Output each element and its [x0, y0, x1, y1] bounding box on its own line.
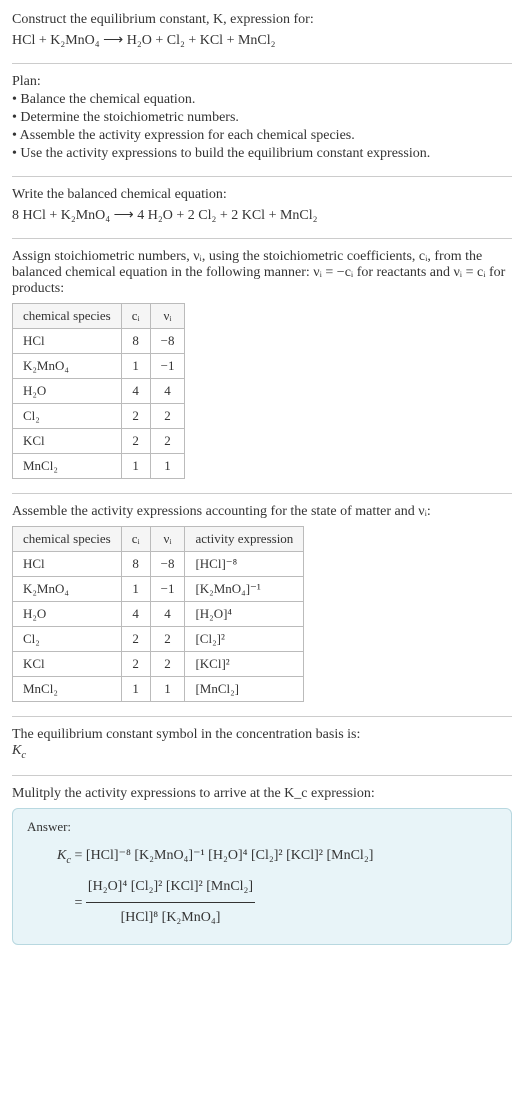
table-row: K₂MnO₄1−1: [13, 354, 185, 379]
table-row: K₂MnO₄1−1[K₂MnO₄]⁻¹: [13, 577, 304, 602]
assign-section: Assign stoichiometric numbers, νᵢ, using…: [12, 249, 512, 479]
assign-text: Assign stoichiometric numbers, νᵢ, using…: [12, 249, 512, 297]
symbol-section: The equilibrium constant symbol in the c…: [12, 727, 512, 761]
symbol-text: The equilibrium constant symbol in the c…: [12, 727, 512, 743]
intro-equation: HCl + K₂MnO₄ ⟶ H₂O + Cl₂ + KCl + MnCl₂: [12, 32, 512, 49]
plan-bullet: • Determine the stoichiometric numbers.: [12, 110, 512, 126]
plan-bullet: • Assemble the activity expression for e…: [12, 128, 512, 144]
divider: [12, 716, 512, 717]
kc-denominator: [HCl]⁸ [K₂MnO₄]: [86, 903, 255, 934]
intro: Construct the equilibrium constant, K, e…: [12, 12, 512, 49]
table-row: Cl₂22[Cl₂]²: [13, 627, 304, 652]
col-activity: activity expression: [185, 527, 304, 552]
kc-line1: = [HCl]⁻⁸ [K₂MnO₄]⁻¹ [H₂O]⁴ [Cl₂]² [KCl]…: [75, 848, 374, 863]
plan-title: Plan:: [12, 74, 512, 90]
multiply-section: Mulitply the activity expressions to arr…: [12, 786, 512, 945]
col-vi: νᵢ: [150, 304, 185, 329]
table-row: HCl8−8[HCl]⁻⁸: [13, 552, 304, 577]
table-row: MnCl₂11: [13, 454, 185, 479]
divider: [12, 493, 512, 494]
symbol-kc: Kc: [12, 743, 512, 761]
divider: [12, 238, 512, 239]
stoich-table: chemical species cᵢ νᵢ HCl8−8 K₂MnO₄1−1 …: [12, 303, 185, 479]
table-row: H₂O44: [13, 379, 185, 404]
divider: [12, 63, 512, 64]
table-row: H₂O44[H₂O]⁴: [13, 602, 304, 627]
col-ci: cᵢ: [121, 527, 150, 552]
table-row: MnCl₂11[MnCl₂]: [13, 677, 304, 702]
col-vi: νᵢ: [150, 527, 185, 552]
divider: [12, 775, 512, 776]
kc-numerator: [H₂O]⁴ [Cl₂]² [KCl]² [MnCl₂]: [86, 872, 255, 904]
kc-symbol: Kc: [57, 848, 71, 863]
table-row: Cl₂22: [13, 404, 185, 429]
divider: [12, 176, 512, 177]
kc-eq-prefix: =: [75, 895, 86, 910]
activity-table: chemical species cᵢ νᵢ activity expressi…: [12, 526, 304, 702]
kc-expression: Kc = [HCl]⁻⁸ [K₂MnO₄]⁻¹ [H₂O]⁴ [Cl₂]² [K…: [57, 841, 497, 934]
table-row: HCl8−8: [13, 329, 185, 354]
balanced-section: Write the balanced chemical equation: 8 …: [12, 187, 512, 224]
plan-bullet: • Use the activity expressions to build …: [12, 146, 512, 162]
table-row: KCl22[KCl]²: [13, 652, 304, 677]
col-species: chemical species: [13, 527, 122, 552]
plan-bullet: • Balance the chemical equation.: [12, 92, 512, 108]
answer-box: Answer: Kc = [HCl]⁻⁸ [K₂MnO₄]⁻¹ [H₂O]⁴ […: [12, 808, 512, 945]
kc-fraction: [H₂O]⁴ [Cl₂]² [KCl]² [MnCl₂] [HCl]⁸ [K₂M…: [86, 872, 255, 935]
intro-line: Construct the equilibrium constant, K, e…: [12, 12, 512, 28]
answer-label: Answer:: [27, 819, 497, 835]
balanced-title: Write the balanced chemical equation:: [12, 187, 512, 203]
assemble-text: Assemble the activity expressions accoun…: [12, 504, 512, 520]
col-species: chemical species: [13, 304, 122, 329]
col-ci: cᵢ: [121, 304, 150, 329]
multiply-text: Mulitply the activity expressions to arr…: [12, 786, 512, 802]
plan-section: Plan: • Balance the chemical equation. •…: [12, 74, 512, 162]
assemble-section: Assemble the activity expressions accoun…: [12, 504, 512, 702]
balanced-equation: 8 HCl + K₂MnO₄ ⟶ 4 H₂O + 2 Cl₂ + 2 KCl +…: [12, 207, 512, 224]
table-row: KCl22: [13, 429, 185, 454]
